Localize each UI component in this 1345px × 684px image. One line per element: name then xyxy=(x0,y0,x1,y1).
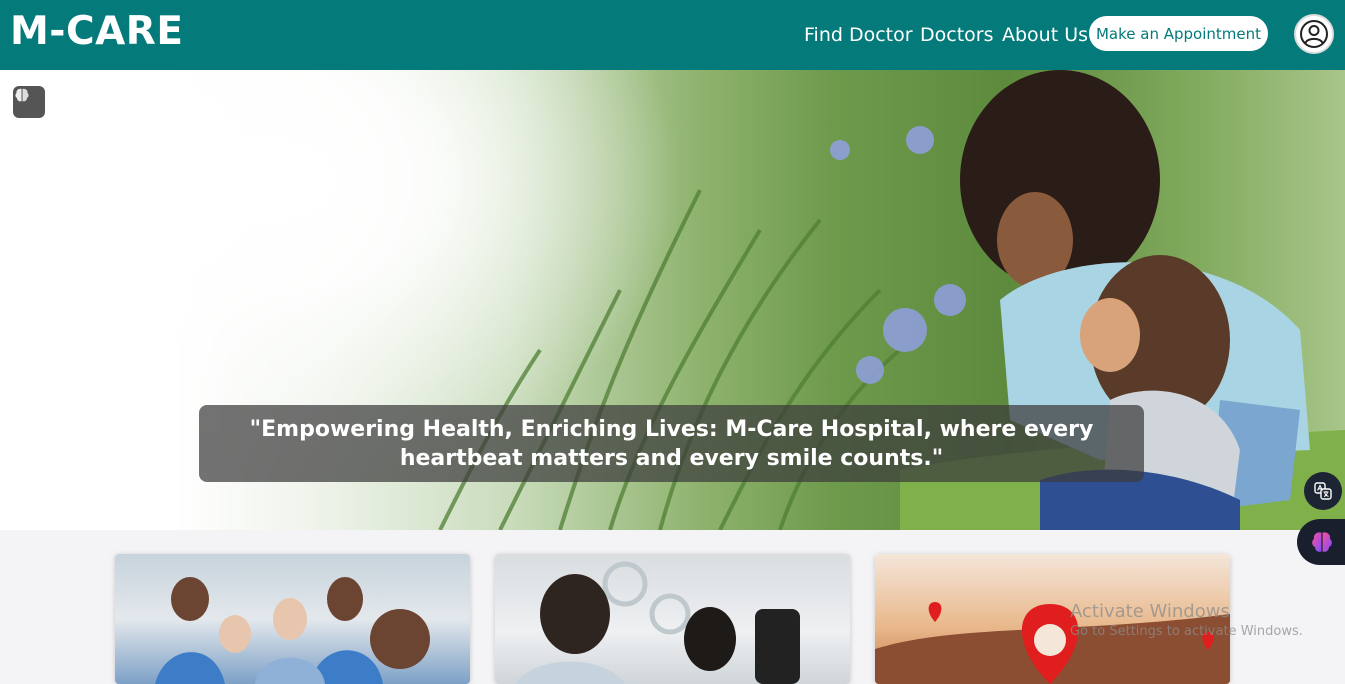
nav-about-us[interactable]: About Us xyxy=(1002,24,1088,46)
nav-find-doctor[interactable]: Find Doctor xyxy=(804,24,913,46)
hero-quote-box: "Empowering Health, Enriching Lives: M-C… xyxy=(199,405,1144,482)
card-medical-team[interactable] xyxy=(115,554,470,684)
watermark-subtitle: Go to Settings to activate Windows. xyxy=(1070,624,1303,639)
watermark-title: Activate Windows xyxy=(1070,601,1230,622)
user-avatar[interactable] xyxy=(1294,14,1334,54)
windows-activation-watermark: Activate Windows Go to Settings to activ… xyxy=(1070,601,1303,639)
user-circle-icon xyxy=(1300,20,1328,48)
translate-icon xyxy=(1314,482,1332,500)
make-appointment-button[interactable]: Make an Appointment xyxy=(1089,16,1268,51)
hero-quote: "Empowering Health, Enriching Lives: M-C… xyxy=(249,416,1094,471)
translate-button[interactable] xyxy=(1304,472,1342,510)
navbar: M-CARE Find Doctor Doctors About Us Make… xyxy=(0,0,1345,70)
card-doctor-consultation[interactable] xyxy=(495,554,850,684)
brain-icon xyxy=(15,88,29,102)
brain-tool-button[interactable] xyxy=(13,86,45,118)
medical-team-photo xyxy=(155,577,430,684)
doctor-consultation-photo xyxy=(515,561,800,684)
ai-assistant-tab[interactable] xyxy=(1297,519,1345,565)
brain-icon xyxy=(1312,532,1332,552)
nav-doctors[interactable]: Doctors xyxy=(920,24,994,46)
brand-logo[interactable]: M-CARE xyxy=(10,9,183,54)
